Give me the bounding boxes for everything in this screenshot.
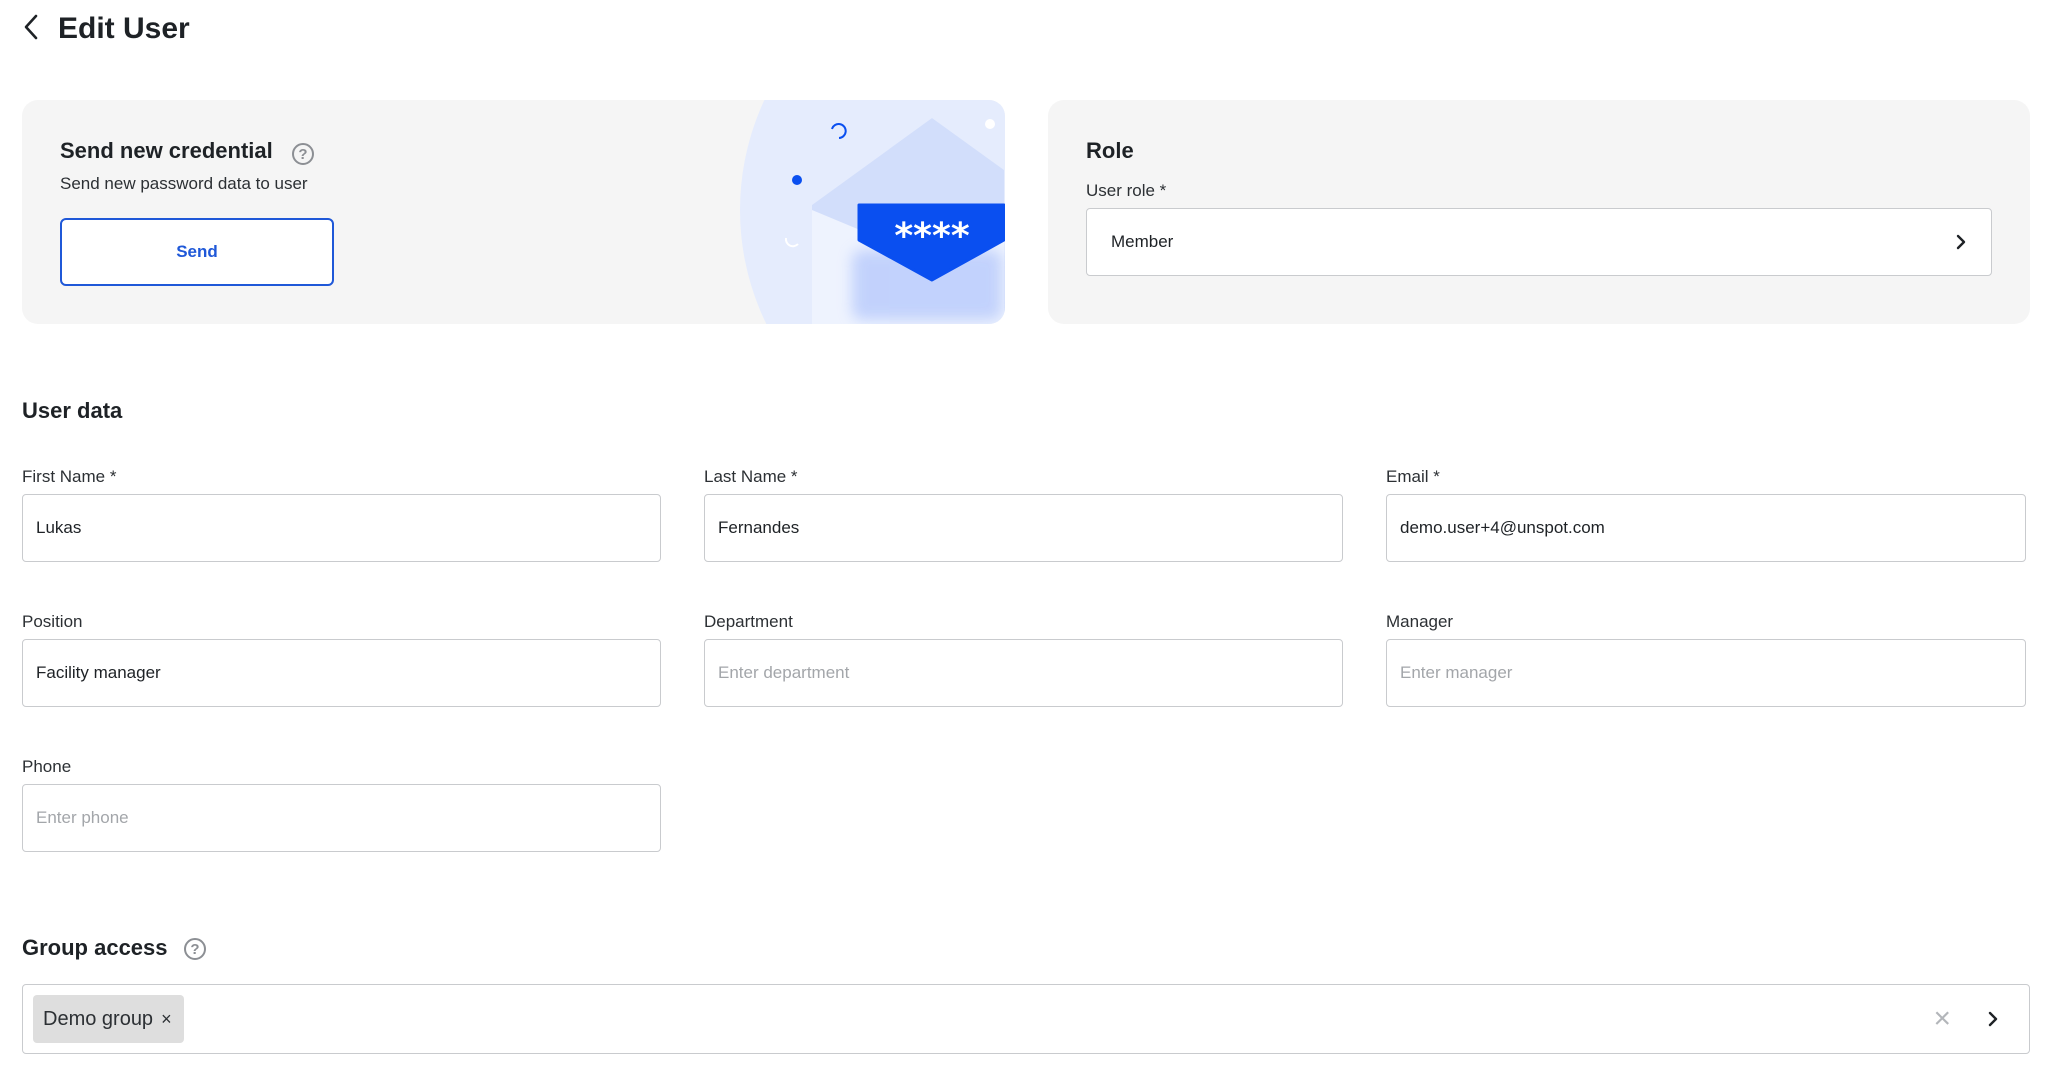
phone-input[interactable] (22, 784, 661, 852)
last-name-input[interactable] (704, 494, 1343, 562)
chevron-right-icon (1956, 234, 1966, 250)
department-input[interactable] (704, 639, 1343, 707)
group-access-select[interactable]: Demo group × × (22, 984, 2030, 1054)
page-title: Edit User (58, 12, 190, 45)
send-credential-card: Send new credential ? Send new password … (22, 100, 1005, 324)
group-chip-label: Demo group (43, 1007, 154, 1030)
manager-input[interactable] (1386, 639, 2026, 707)
first-name-label: First Name * (22, 467, 117, 486)
user-data-title: User data (22, 398, 123, 423)
chip-remove-icon[interactable]: × (161, 1009, 172, 1030)
last-name-label: Last Name * (704, 467, 798, 486)
envelope-illustration: **** (740, 100, 1005, 324)
manager-label: Manager (1386, 612, 1454, 631)
role-title: Role (1086, 138, 1134, 163)
back-button[interactable] (14, 10, 48, 44)
group-access-help-icon[interactable]: ? (184, 938, 206, 960)
group-select-actions: × (1933, 1004, 2019, 1034)
role-card: Role User role * Member (1048, 100, 2030, 324)
email-label: Email * (1386, 467, 1440, 486)
chevron-left-icon (24, 14, 38, 40)
group-chip: Demo group × (33, 995, 184, 1043)
user-role-label: User role * (1086, 181, 1167, 200)
chevron-right-icon[interactable] (1987, 1011, 1999, 1027)
position-label: Position (22, 612, 83, 631)
first-name-input[interactable] (22, 494, 661, 562)
position-input[interactable] (22, 639, 661, 707)
phone-label: Phone (22, 757, 72, 776)
group-access-title: Group access (22, 935, 168, 960)
user-role-select[interactable]: Member (1086, 208, 1992, 276)
send-credential-title: Send new credential (60, 138, 273, 163)
send-credential-subtitle: Send new password data to user (60, 174, 308, 193)
clear-icon[interactable]: × (1933, 1004, 1951, 1034)
send-button[interactable]: Send (60, 218, 334, 286)
email-input[interactable] (1386, 494, 2026, 562)
help-icon[interactable]: ? (292, 143, 314, 165)
envelope-mask-text: **** (894, 216, 969, 257)
department-label: Department (704, 612, 793, 631)
user-role-value: Member (1111, 232, 1174, 251)
